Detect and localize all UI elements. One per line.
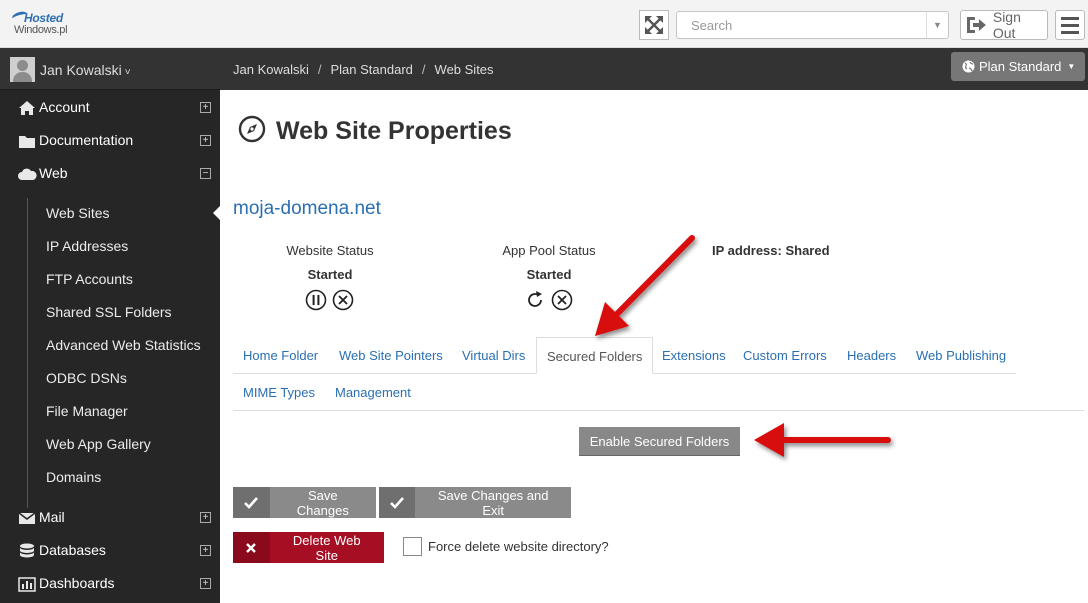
expand-toggle-icon[interactable]: +	[200, 512, 211, 523]
main-menu-button[interactable]	[1055, 10, 1085, 40]
sidebar-item-odbc-dsns[interactable]: ODBC DSNs	[30, 362, 220, 395]
force-delete-option[interactable]: Force delete website directory?	[403, 537, 609, 556]
sidebar-item-web-sites[interactable]: Web Sites	[30, 197, 220, 230]
tab-web-site-pointers[interactable]: Web Site Pointers	[339, 337, 443, 374]
active-item-indicator	[213, 206, 220, 220]
folder-icon	[17, 132, 37, 150]
tab-custom-errors[interactable]: Custom Errors	[743, 337, 827, 374]
sidebar-item-file-manager[interactable]: File Manager	[30, 395, 220, 428]
force-delete-label: Force delete website directory?	[428, 539, 609, 554]
sidebar-item-advanced-web-statistics[interactable]: Advanced Web Statistics	[30, 329, 220, 362]
stop-icon[interactable]	[332, 289, 354, 311]
top-bar: Hosted Windows.pl ▼ Sign Out	[0, 0, 1088, 48]
tab-headers[interactable]: Headers	[847, 337, 896, 374]
close-icon	[233, 532, 270, 563]
breadcrumb-plan[interactable]: Plan Standard	[331, 62, 413, 77]
expand-toggle-icon[interactable]: +	[200, 578, 211, 589]
sidebar-item-ftp-accounts[interactable]: FTP Accounts	[30, 263, 220, 296]
cloud-icon	[17, 165, 37, 183]
logo-text-line1: Hosted	[24, 11, 63, 25]
logo-text-line2: Windows.pl	[14, 24, 68, 36]
recycle-icon[interactable]	[524, 289, 546, 311]
website-status: Website Status Started	[255, 243, 405, 282]
arrow-to-enable-button	[754, 423, 891, 457]
expand-toggle-icon[interactable]: +	[200, 135, 211, 146]
sidebar-item-dashboards[interactable]: Dashboards +	[0, 567, 220, 600]
tab-management[interactable]: Management	[335, 374, 411, 411]
app-pool-status: App Pool Status Started	[474, 243, 624, 282]
enable-secured-folders-button[interactable]: Enable Secured Folders	[579, 427, 740, 456]
sidebar-item-web-app-gallery[interactable]: Web App Gallery	[30, 428, 220, 461]
user-name[interactable]: Jan Kowalski ˅	[40, 62, 131, 78]
menu-bar-3	[1061, 30, 1079, 34]
expand-toggle-icon[interactable]: +	[200, 545, 211, 556]
website-status-value: Started	[307, 267, 353, 282]
save-changes-and-exit-button[interactable]: Save Changes and Exit	[379, 487, 571, 518]
properties-tabs: Home Folder Web Site Pointers Virtual Di…	[233, 337, 1016, 374]
ip-address-info: IP address: Shared	[712, 243, 830, 258]
properties-tabs-row2: MIME Types Management	[233, 374, 1084, 411]
search-dropdown-caret-icon[interactable]: ▼	[926, 12, 948, 38]
sidebar-item-mail[interactable]: Mail +	[0, 501, 220, 534]
menu-bar-2	[1061, 23, 1079, 27]
pause-icon[interactable]	[305, 289, 327, 311]
delete-web-site-button[interactable]: Delete Web Site	[233, 532, 384, 563]
sign-out-icon	[966, 17, 986, 33]
globe-icon	[962, 60, 975, 73]
sidebar-item-account[interactable]: Account +	[0, 91, 220, 124]
home-icon	[17, 99, 37, 117]
breadcrumb: Jan Kowalski / Plan Standard / Web Sites	[233, 62, 494, 77]
search-field[interactable]: ▼	[676, 11, 949, 39]
page-title: Web Site Properties	[276, 117, 512, 145]
sidebar-item-web[interactable]: Web −	[0, 157, 220, 190]
tab-virtual-dirs[interactable]: Virtual Dirs	[462, 337, 525, 374]
sidebar-item-documentation[interactable]: Documentation +	[0, 124, 220, 157]
domain-link[interactable]: moja-domena.net	[233, 198, 381, 220]
stop-icon[interactable]	[551, 289, 573, 311]
chevron-down-icon: ▼	[1067, 62, 1076, 71]
plan-selector-button[interactable]: Plan Standard ▼	[951, 52, 1085, 81]
tab-secured-folders[interactable]: Secured Folders	[536, 337, 654, 374]
collapse-toggle-icon[interactable]: −	[200, 168, 211, 179]
sidebar-item-domains[interactable]: Domains	[30, 461, 220, 494]
search-input[interactable]	[677, 12, 925, 38]
tab-web-publishing[interactable]: Web Publishing	[916, 337, 1006, 374]
hostedwindows-logo[interactable]: Hosted Windows.pl	[11, 9, 76, 39]
sidebar-item-ip-addresses[interactable]: IP Addresses	[30, 230, 220, 263]
website-status-label: Website Status	[286, 243, 374, 258]
menu-bar-1	[1061, 16, 1079, 20]
compass-icon	[238, 115, 266, 143]
user-menu[interactable]: Jan Kowalski ˅	[0, 48, 220, 90]
sidebar-item-shared-ssl-folders[interactable]: Shared SSL Folders	[30, 296, 220, 329]
bar-chart-icon	[17, 575, 37, 593]
force-delete-checkbox[interactable]	[403, 537, 422, 556]
web-subtree-line	[27, 198, 28, 508]
checkmark-icon	[233, 487, 270, 518]
sidebar-item-databases[interactable]: Databases +	[0, 534, 220, 567]
expand-arrows-icon	[645, 16, 663, 34]
app-pool-controls	[524, 289, 573, 313]
app-pool-status-value: Started	[526, 267, 572, 282]
avatar	[10, 57, 35, 82]
mail-icon	[17, 509, 37, 527]
tab-mime-types[interactable]: MIME Types	[243, 374, 315, 411]
save-changes-button[interactable]: Save Changes	[233, 487, 376, 518]
sign-out-label: Sign Out	[992, 9, 1021, 41]
tab-extensions[interactable]: Extensions	[662, 337, 726, 374]
sign-out-button[interactable]: Sign Out	[960, 9, 1048, 41]
fullscreen-button[interactable]	[639, 10, 669, 40]
breadcrumb-web-sites[interactable]: Web Sites	[435, 62, 494, 77]
website-status-controls	[305, 289, 354, 313]
expand-toggle-icon[interactable]: +	[200, 102, 211, 113]
breadcrumb-user[interactable]: Jan Kowalski	[233, 62, 309, 77]
database-icon	[17, 542, 37, 560]
app-pool-status-label: App Pool Status	[502, 243, 596, 258]
checkmark-icon	[379, 487, 416, 518]
sidebar: Jan Kowalski ˅ Account + Documentation + …	[0, 48, 220, 603]
tab-home-folder[interactable]: Home Folder	[243, 337, 318, 374]
